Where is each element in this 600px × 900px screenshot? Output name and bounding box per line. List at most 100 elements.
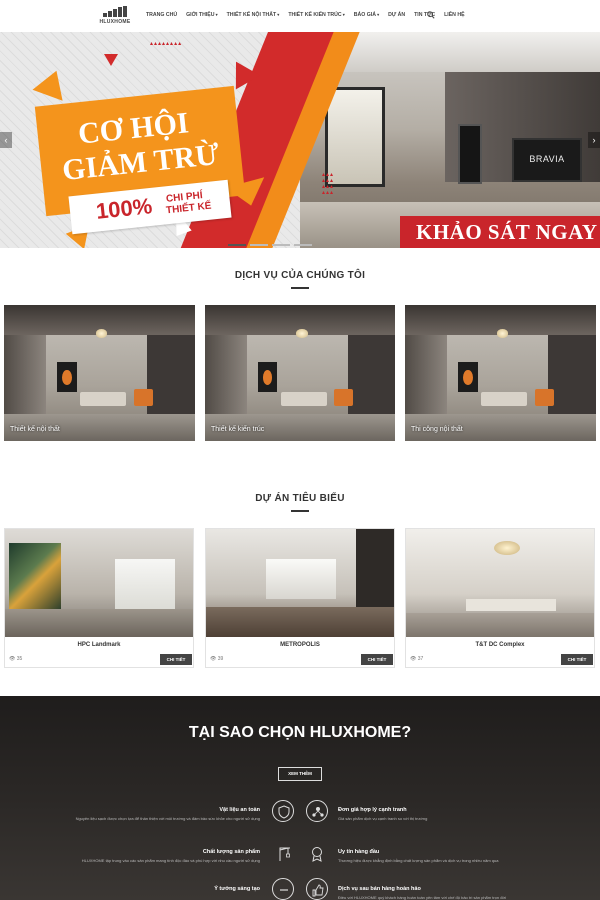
nav-projects[interactable]: DỰ ÁN [388, 12, 405, 18]
photo-window [266, 559, 336, 599]
services-title-rule [291, 287, 309, 289]
photo-chandelier [95, 329, 108, 338]
site-logo[interactable]: HLUXHOME [98, 6, 132, 26]
nav-architecture-design[interactable]: THIẾT KẾ KIẾN TRÚC [288, 12, 344, 18]
photo-wall [4, 334, 47, 414]
hero-pagination-dot[interactable] [294, 244, 312, 246]
feature-title: Đơn giá hợp lý cạnh tranh [338, 807, 407, 813]
decor-dots: ▴▴▴▴▴▴▴▴ [150, 41, 183, 47]
photo-wall [405, 334, 448, 414]
feature-title: Dịch vụ sau bán hàng hoàn hảo [338, 886, 421, 892]
photo-artwork [57, 362, 77, 393]
project-detail-button[interactable]: CHI TIẾT [561, 654, 593, 665]
idea-icon [272, 878, 294, 900]
service-card-interior-design[interactable]: Thiết kế nội thất [4, 305, 195, 441]
feature-title: Uy tín hàng đầu [338, 849, 380, 855]
views-count: 37 [417, 656, 424, 662]
project-card[interactable]: HPC Landmark 👁 35 CHI TIẾT [4, 528, 194, 668]
hero-pagination-dot[interactable] [272, 244, 290, 246]
project-name[interactable]: T&T DC Complex [406, 642, 594, 648]
service-card-interior-construction[interactable]: Thi công nội thất [405, 305, 596, 441]
photo-table [466, 599, 556, 611]
views-count: 39 [217, 656, 224, 662]
project-card[interactable]: T&T DC Complex 👁 37 CHI TIẾT [405, 528, 595, 668]
feature-title: Chất lượng sản phẩm [202, 849, 260, 855]
decor-triangle [104, 54, 118, 66]
nav-contact[interactable]: LIÊN HỆ [444, 12, 464, 18]
feature-desc: HLUXHOME tập trung vào các sản phẩm mang… [81, 858, 260, 863]
project-name[interactable]: HPC Landmark [5, 642, 193, 648]
photo-chandelier [496, 329, 509, 338]
project-card[interactable]: METROPOLIS 👁 39 CHI TIẾT [205, 528, 395, 668]
site-header: HLUXHOME TRANG CHỦ GIỚI THIỆU THIẾT KẾ N… [0, 0, 600, 32]
logo-bars-icon [103, 6, 127, 17]
photo-artwork [258, 362, 278, 393]
photo-mural [9, 543, 61, 613]
photo-sofa [481, 392, 528, 406]
views-count: 35 [16, 656, 23, 662]
photo-armchair [334, 389, 354, 406]
service-card-label: Thiết kế kiến trúc [211, 426, 265, 433]
eye-icon: 👁 [410, 656, 418, 662]
hero-pagination-dot[interactable] [250, 244, 268, 246]
photo-shelf [347, 334, 395, 414]
feature-desc: Nguyên liệu sạch được chọn lựa để thân t… [75, 816, 260, 821]
service-card-label: Thi công nội thất [411, 426, 463, 433]
photo-floor [206, 607, 394, 637]
people-network-icon [306, 800, 328, 822]
hero-room-artwork [458, 124, 482, 184]
eye-icon: 👁 [210, 656, 218, 662]
eye-icon: 👁 [9, 656, 17, 662]
hero-room-tv: BRAVIA [512, 138, 582, 182]
page: HLUXHOME TRANG CHỦ GIỚI THIỆU THIẾT KẾ N… [0, 0, 600, 900]
photo-chandelier [296, 329, 308, 338]
photo-armchair [534, 389, 554, 406]
hero-pagination [228, 244, 312, 246]
nav-about[interactable]: GIỚI THIỆU [186, 12, 217, 18]
project-photo[interactable] [5, 529, 193, 637]
thumbs-up-icon [306, 878, 328, 900]
projects-title: DỰ ÁN TIÊU BIỂU [255, 493, 345, 504]
photo-shelf [548, 334, 596, 414]
photo-window [115, 559, 175, 609]
photo-floor [5, 609, 193, 637]
hero-slider[interactable]: BRAVIA KHẢO SÁT NGAY ▴▴▴▴▴▴▴▴ ▴▴▴ ▴▴▴ ▴▴▴ ▴… [0, 32, 600, 248]
see-more-button[interactable]: XEM THÊM [278, 767, 322, 781]
project-photo[interactable] [206, 529, 394, 637]
why-title: TẠI SAO CHỌN HLUXHOME? [188, 724, 412, 741]
project-views: 👁 39 [210, 656, 223, 662]
photo-sofa [80, 392, 127, 406]
search-icon[interactable] [427, 11, 435, 19]
project-detail-button[interactable]: CHI TIẾT [361, 654, 393, 665]
main-nav: TRANG CHỦ GIỚI THIỆU THIẾT KẾ NỘI THẤT T… [146, 12, 465, 18]
award-badge-icon [306, 842, 328, 864]
hero-next-arrow[interactable]: › [588, 132, 600, 148]
project-photo[interactable] [406, 529, 594, 637]
photo-floor [406, 613, 594, 637]
nav-home[interactable]: TRANG CHỦ [146, 12, 177, 18]
project-detail-button[interactable]: CHI TIẾT [160, 654, 192, 665]
photo-armchair [133, 389, 153, 406]
photo-shelf [147, 334, 195, 414]
logo-text: HLUXHOME [99, 19, 131, 25]
project-views: 👁 37 [410, 656, 423, 662]
crane-icon [272, 842, 294, 864]
projects-title-rule [291, 510, 309, 512]
decor-dots: ▴▴▴ ▴▴▴ ▴▴▴ ▴▴▴ [322, 172, 335, 196]
photo-chandelier [494, 541, 520, 555]
project-views: 👁 35 [9, 656, 22, 662]
project-name[interactable]: METROPOLIS [206, 642, 394, 648]
photo-artwork [458, 362, 478, 393]
nav-pricing[interactable]: BÁO GIÁ [354, 12, 379, 18]
feature-title: Vật liệu an toàn [219, 807, 260, 813]
tv-brand-label: BRAVIA [529, 154, 565, 164]
cta-survey-now[interactable]: KHẢO SÁT NGAY [416, 220, 598, 245]
service-card-label: Thiết kế nội thất [10, 426, 60, 433]
feature-title: Ý tưởng sáng tạo [214, 886, 260, 892]
hero-prev-arrow[interactable]: ‹ [0, 132, 12, 148]
hero-pagination-dot[interactable] [228, 244, 246, 246]
service-card-architecture-design[interactable]: Thiết kế kiến trúc [205, 305, 395, 441]
photo-wall [205, 334, 247, 414]
photo-shelf [356, 529, 394, 609]
nav-interior-design[interactable]: THIẾT KẾ NỘI THẤT [227, 12, 280, 18]
